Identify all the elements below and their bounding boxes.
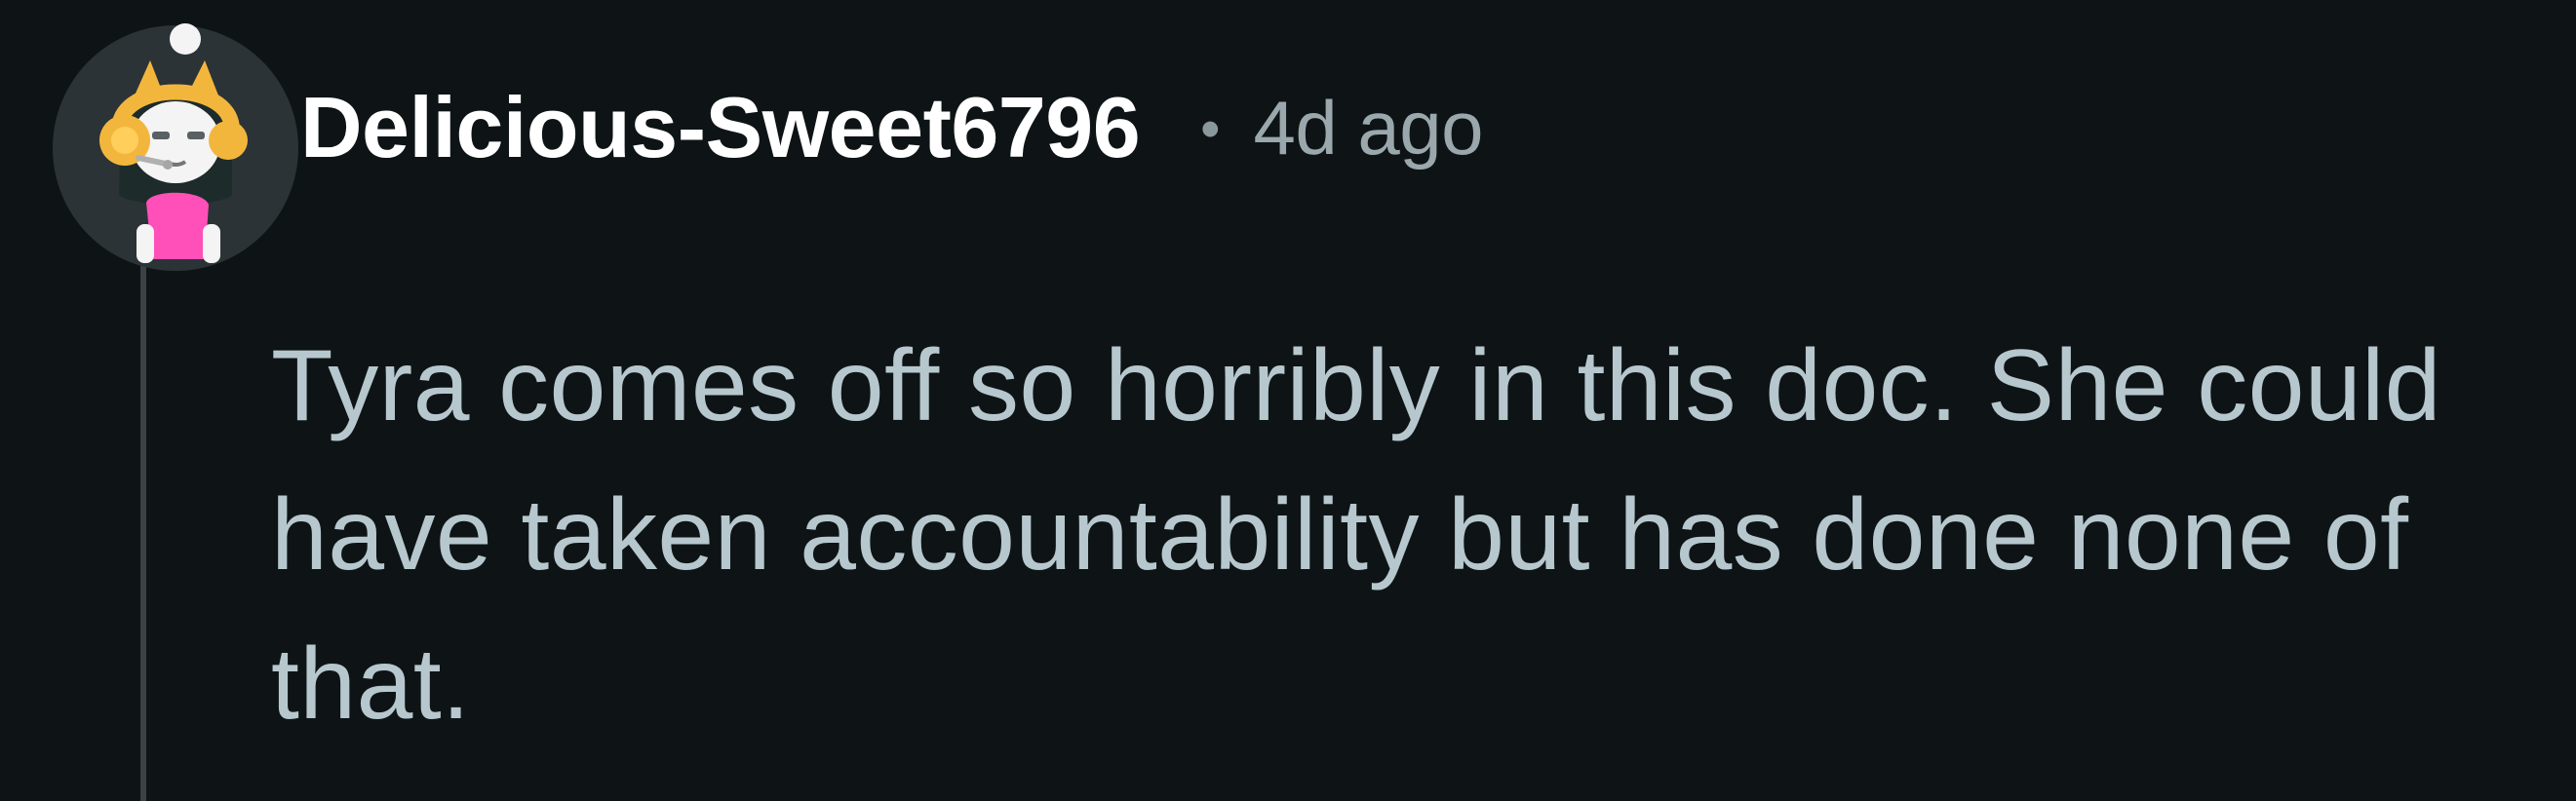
thread-line[interactable] <box>140 263 146 801</box>
comment-header: Delicious-Sweet6796 • 4d ago <box>300 74 1484 181</box>
metadata-separator: • <box>1200 97 1221 161</box>
user-avatar-icon <box>53 23 298 271</box>
comment-timestamp[interactable]: 4d ago <box>1253 90 1483 166</box>
comment-card: Delicious-Sweet6796 • 4d ago Tyra comes … <box>0 0 2576 801</box>
avatar[interactable] <box>51 23 300 273</box>
comment-body: Tyra comes off so horribly in this doc. … <box>271 329 2441 741</box>
username-link[interactable]: Delicious-Sweet6796 <box>300 85 1141 171</box>
